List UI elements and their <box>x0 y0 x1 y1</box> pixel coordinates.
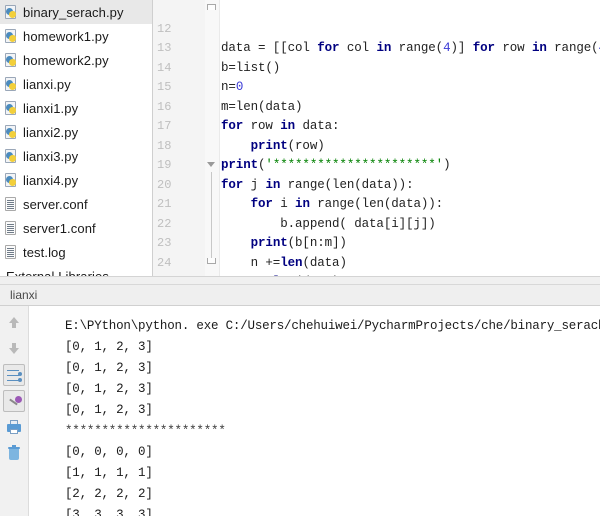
console-output-line: [1, 1, 1, 1] <box>65 465 153 480</box>
code-line: 16 for row in data: <box>153 78 600 134</box>
python-file-icon <box>4 76 18 92</box>
arrow-down-stem <box>12 342 16 349</box>
console-toolbar <box>0 305 29 516</box>
python-file-icon <box>4 52 18 68</box>
run-console-panel: E:\PYthon\python. exe C:/Users/chehuiwei… <box>0 305 600 516</box>
tree-item-label: homework2.py <box>23 52 109 68</box>
console-tab-lianxi[interactable]: lianxi <box>0 285 47 305</box>
tree-item-binary-serach-py[interactable]: binary_serach.py <box>0 0 152 24</box>
code-editor[interactable]: 12 data = [[col for col in range(4)] for… <box>152 0 600 276</box>
config-file-icon <box>4 196 18 212</box>
tree-item-label: lianxi1.py <box>23 100 79 116</box>
tree-item-label: homework1.py <box>23 28 109 44</box>
console-output-line: [0, 0, 0, 0] <box>65 444 153 459</box>
project-tree-panel[interactable]: binary_serach.py homework1.py homework2.… <box>0 0 152 276</box>
python-file-icon <box>4 148 18 164</box>
tree-item-label: lianxi2.py <box>23 124 79 140</box>
code-line: 14 n=0 <box>153 39 600 95</box>
scroll-up-button[interactable] <box>3 312 25 334</box>
python-file-icon <box>4 100 18 116</box>
tree-item-label: lianxi.py <box>23 76 71 92</box>
tree-item-lianxi1-py[interactable]: lianxi1.py <box>0 96 152 120</box>
tree-item-lianxi2-py[interactable]: lianxi2.py <box>0 120 152 144</box>
console-output-line: [3, 3, 3, 3] <box>65 507 153 516</box>
tree-item-label: External Libraries <box>6 269 109 276</box>
editor-console-splitter[interactable] <box>0 275 600 285</box>
tree-item-lianxi3-py[interactable]: lianxi3.py <box>0 144 152 168</box>
code-line: 19 for j in range(len(data)): <box>153 137 600 192</box>
tree-item-homework1-py[interactable]: homework1.py <box>0 24 152 48</box>
code-line: 20 for i in range(len(data)): <box>153 156 600 212</box>
top-area: binary_serach.py homework1.py homework2.… <box>0 0 600 276</box>
code-line: 18 print('**********************') <box>153 117 600 173</box>
code-lines: 12 data = [[col for col in range(4)] for… <box>153 0 600 276</box>
tree-item-label: binary_serach.py <box>23 4 124 20</box>
code-line: 22 print(b[n:m]) <box>153 195 600 251</box>
tree-item-external-libraries[interactable]: External Libraries <box>0 264 152 276</box>
soft-wrap-icon <box>7 368 23 384</box>
console-output-line: [0, 1, 2, 3] <box>65 402 153 417</box>
tree-item-homework2-py[interactable]: homework2.py <box>0 48 152 72</box>
tree-item-label: server1.conf <box>23 220 96 236</box>
code-line: 17 print(row) <box>153 98 600 153</box>
code-line: 15 m=len(data) <box>153 59 600 114</box>
line-text: n +=len(data) <box>221 255 347 270</box>
code-line: 21 b.append( data[i][j]) <box>153 176 600 231</box>
tree-item-server1-conf[interactable]: server1.conf <box>0 216 152 240</box>
clear-all-button[interactable] <box>3 442 25 464</box>
tree-item-server-conf[interactable]: server.conf <box>0 192 152 216</box>
python-file-icon <box>4 172 18 188</box>
line-text: m+=len(data) <box>221 273 340 276</box>
trash-icon <box>6 444 22 461</box>
pin-icon <box>7 394 23 410</box>
console-output-line: [0, 1, 2, 3] <box>65 381 153 396</box>
print-button[interactable] <box>3 416 25 438</box>
tree-item-test-log[interactable]: test.log <box>0 240 152 264</box>
log-file-icon <box>4 244 18 260</box>
tree-item-label: test.log <box>23 244 66 260</box>
python-file-icon <box>4 4 18 20</box>
config-file-icon <box>4 220 18 236</box>
print-icon <box>6 419 22 435</box>
line-number: 24 <box>157 255 172 270</box>
console-output[interactable]: E:\PYthon\python. exe C:/Users/chehuiwei… <box>29 305 600 516</box>
code-line: 23 n +=len(data) <box>153 215 600 270</box>
tree-item-lianxi-py[interactable]: lianxi.py <box>0 72 152 96</box>
tree-item-lianxi4-py[interactable]: lianxi4.py <box>0 168 152 192</box>
arrow-up-stem <box>12 321 16 328</box>
pycharm-window: binary_serach.py homework1.py homework2.… <box>0 0 600 516</box>
code-line: 24 m+=len(data) <box>153 234 600 276</box>
console-output-line: ********************** <box>65 423 226 438</box>
tree-item-label: lianxi3.py <box>23 148 79 164</box>
pin-tab-button[interactable] <box>3 389 25 412</box>
python-file-icon <box>4 124 18 140</box>
code-line: 13 b=list() <box>153 20 600 75</box>
console-output-line: [0, 1, 2, 3] <box>65 339 153 354</box>
python-file-icon <box>4 28 18 44</box>
scroll-down-button[interactable] <box>3 338 25 360</box>
console-output-line: [2, 2, 2, 2] <box>65 486 153 501</box>
console-output-line: E:\PYthon\python. exe C:/Users/chehuiwei… <box>65 318 600 333</box>
code-line: 12 data = [[col for col in range(4)] for… <box>153 0 600 56</box>
tree-item-label: server.conf <box>23 196 88 212</box>
tree-item-label: lianxi4.py <box>23 172 79 188</box>
soft-wrap-button[interactable] <box>3 363 25 386</box>
console-tab-bar[interactable]: lianxi <box>0 284 600 306</box>
console-output-line: [0, 1, 2, 3] <box>65 360 153 375</box>
